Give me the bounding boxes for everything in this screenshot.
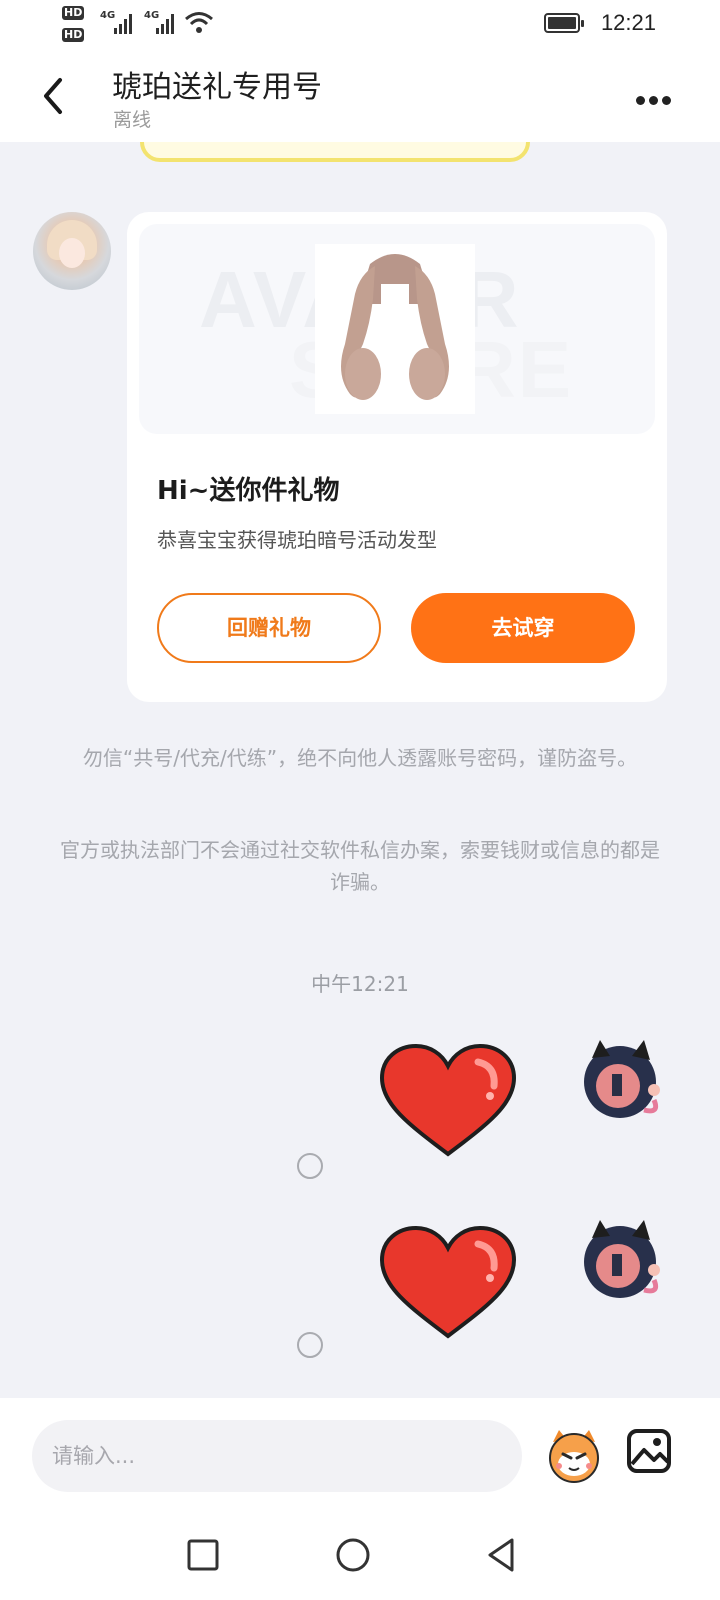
try-on-button[interactable]: 去试穿 [411,593,635,663]
gift-description: 恭喜宝宝获得琥珀暗号活动发型 [157,528,437,552]
battery-icon [544,13,584,33]
select-message-radio[interactable] [297,1153,323,1179]
hairstyle-item-image [315,244,475,414]
emoji-sticker-icon[interactable] [545,1426,603,1484]
user-avatar[interactable] [574,1210,668,1304]
recent-apps-icon[interactable] [178,1530,228,1580]
more-dot-icon [636,96,645,105]
heart-sticker-message[interactable] [378,1224,518,1344]
hd-badge-2: HD [62,28,85,42]
system-navigation-bar [0,1510,720,1600]
user-avatar[interactable] [574,1030,668,1124]
status-bar: HD HD 4G 4G 12:21 [0,0,720,50]
message-timestamp: 中午12:21 [311,972,409,996]
clock: 12:21 [600,10,656,35]
chat-messages[interactable]: AVATAR STORE Hi~送你件礼物 恭喜宝宝获得琥珀暗号活动发型 回赠礼… [0,142,720,1398]
select-message-radio[interactable] [297,1332,323,1358]
message-input-bar [0,1398,720,1510]
message-input[interactable] [32,1420,522,1492]
online-status: 离线 [113,109,152,131]
signal-icon-1 [114,14,132,34]
gift-preview-image[interactable]: AVATAR STORE [139,224,655,434]
more-dot-icon [662,96,671,105]
image-gallery-icon[interactable] [626,1428,672,1474]
network-type-1: 4G [100,10,116,21]
back-button[interactable] [36,72,76,120]
chevron-left-icon [44,78,62,114]
hd-badge-1: HD [62,6,85,20]
signal-icon-2 [156,14,174,34]
return-gift-button[interactable]: 回赠礼物 [157,593,381,663]
wifi-icon [185,12,213,33]
more-dot-icon [649,96,658,105]
gift-card: AVATAR STORE Hi~送你件礼物 恭喜宝宝获得琥珀暗号活动发型 回赠礼… [127,212,667,702]
chat-header: 琥珀送礼专用号 离线 [0,50,720,142]
previous-message-banner [140,142,530,162]
page-title: 琥珀送礼专用号 [112,70,322,105]
more-options-button[interactable] [636,90,680,105]
home-icon[interactable] [328,1530,378,1580]
heart-sticker-message[interactable] [378,1042,518,1162]
sender-avatar[interactable] [33,212,111,290]
security-notice-1: 勿信“共号/代充/代练”，绝不向他人透露账号密码，谨防盗号。 [82,746,638,770]
security-notice-2: 官方或执法部门不会通过社交软件私信办案，索要钱财或信息的都是诈骗。 [60,838,660,894]
back-nav-icon[interactable] [478,1530,528,1580]
gift-title: Hi~送你件礼物 [157,476,340,506]
